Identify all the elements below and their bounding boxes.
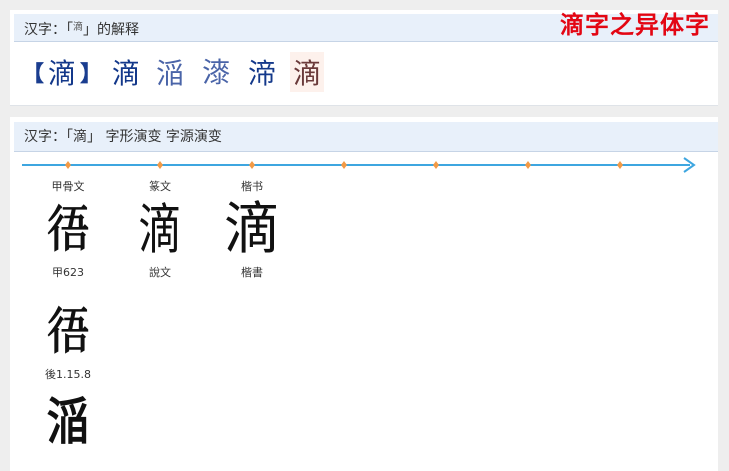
stage-glyph: 㴞: [46, 392, 90, 451]
stage-caption: 楷書: [241, 266, 263, 279]
header-prefix: 汉字：「: [24, 22, 73, 38]
header-char: 滴: [73, 22, 83, 33]
evolution-header: 汉字：「滴」 字形演变 字源演变: [14, 122, 718, 152]
evolution-panel: 汉字：「滴」 字形演变 字源演变 甲骨文 𢓲 甲623 篆文 滴 說文 楷书 滴…: [10, 117, 718, 471]
stage-glyph: 𢓲: [46, 200, 90, 259]
stage-label: 楷书: [241, 180, 263, 193]
stage-glyph: 𢓲: [46, 302, 90, 361]
timeline-tick: [157, 161, 163, 169]
variant-char-2[interactable]: 㴞: [156, 52, 184, 92]
variant-char-1[interactable]: 滴: [112, 52, 140, 92]
timeline-tick: [617, 161, 623, 169]
bracket-close: 】: [80, 62, 103, 87]
variant-char-4[interactable]: 渧: [248, 52, 276, 92]
timeline: [22, 157, 696, 173]
main-char: 滴: [48, 57, 77, 90]
variant-char-3[interactable]: 𣾰: [202, 55, 230, 89]
stage-caption: 說文: [149, 266, 171, 279]
stage-glyph: 滴: [224, 197, 280, 262]
variant-list: 【 滴 】 滴 㴞 𣾰 渧 滴: [22, 52, 325, 92]
stage-caption: 甲623: [52, 266, 84, 279]
explanation-panel: 汉字：「滴」的解释 滴字之异体字 【 滴 】 滴 㴞 𣾰 渧 滴: [10, 10, 718, 106]
timeline-tick: [341, 161, 347, 169]
stage-seal: 篆文 滴 說文: [130, 179, 190, 281]
header-suffix: 」的解释: [83, 22, 139, 38]
timeline-tick: [65, 161, 71, 169]
stage-oracle: 甲骨文 𢓲 甲623: [38, 179, 98, 281]
stage-oracle-variant: 𢓲 後1.15.8: [38, 297, 98, 383]
bracket-open: 【: [22, 62, 45, 87]
variant-title: 滴字之异体字: [560, 10, 710, 39]
stage-caption: 後1.15.8: [45, 368, 91, 381]
variant-char-5[interactable]: 滴: [290, 52, 325, 92]
timeline-tick: [249, 161, 255, 169]
stage-label: 篆文: [149, 180, 171, 193]
stage-label: 甲骨文: [51, 180, 85, 193]
timeline-tick: [525, 161, 531, 169]
stage-regular: 楷书 滴 楷書: [222, 179, 282, 281]
stage-oracle-variant-2: 㴞: [38, 387, 98, 457]
stage-glyph: 滴: [138, 198, 182, 261]
timeline-tick: [433, 161, 439, 169]
